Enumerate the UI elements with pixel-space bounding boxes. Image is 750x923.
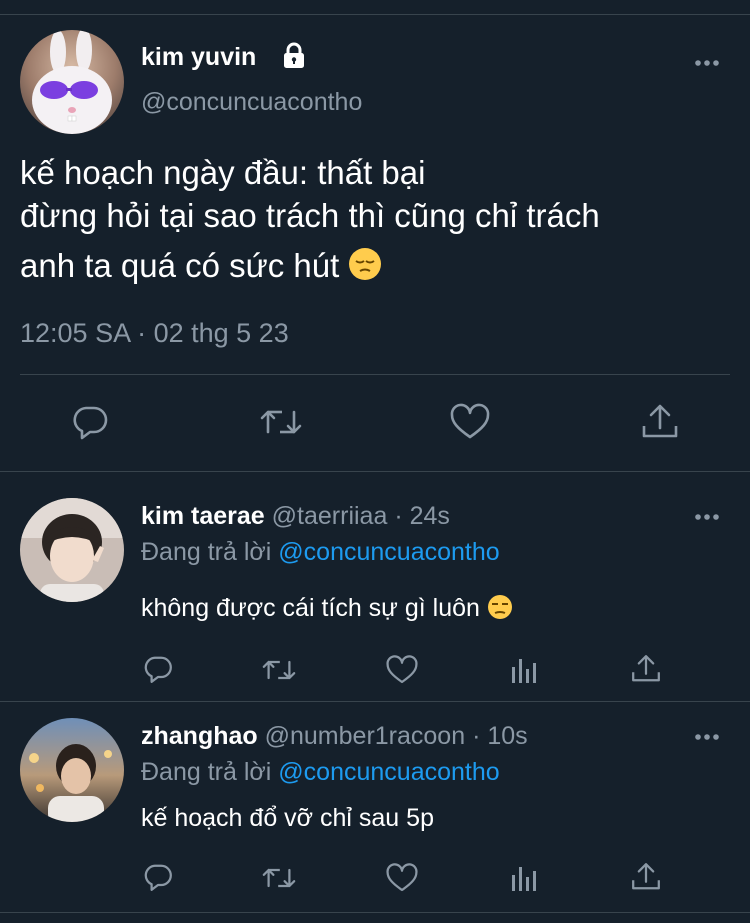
display-name[interactable]: kim yuvin (141, 40, 256, 74)
timestamp[interactable]: · 24s (394, 502, 450, 530)
tweet-text-line-3-text: anh ta quá có sức hút (20, 247, 340, 284)
like-icon[interactable] (449, 402, 491, 442)
analytics-icon[interactable] (510, 863, 538, 893)
like-icon[interactable] (385, 654, 419, 686)
timestamp[interactable]: 12:05 SA · 02 thg 5 23 (20, 316, 289, 350)
mention-link[interactable]: @concuncuacontho (278, 538, 499, 566)
retweet-icon[interactable] (261, 654, 297, 686)
divider (0, 912, 750, 913)
avatar[interactable] (20, 718, 124, 822)
replying-to: Đang trả lời @concuncuacontho (141, 756, 500, 788)
avatar[interactable] (20, 498, 124, 602)
reply-header: zhanghao @number1racoon · 10s (141, 720, 528, 752)
mention-link[interactable]: @concuncuacontho (278, 758, 499, 786)
divider (20, 374, 730, 375)
reply-icon[interactable] (142, 653, 174, 685)
retweet-icon[interactable] (259, 402, 303, 442)
share-icon[interactable] (630, 653, 662, 685)
like-icon[interactable] (385, 862, 419, 894)
unamused-face-emoji (487, 594, 513, 629)
more-icon[interactable] (694, 510, 722, 524)
more-icon[interactable] (694, 730, 722, 744)
display-name-text: kim yuvin (141, 43, 257, 71)
top-divider (0, 14, 750, 15)
replying-to: Đang trả lời @concuncuacontho (141, 536, 500, 568)
more-icon[interactable] (694, 56, 722, 70)
reply-text-content: không được cái tích sự gì luôn (141, 594, 480, 622)
analytics-icon[interactable] (510, 655, 538, 685)
retweet-icon[interactable] (261, 862, 297, 894)
reply-header: kim taerae @taerriiaa · 24s (141, 500, 450, 532)
tweet-text-line-1: kế hoạch ngày đầu: thất bại (20, 154, 426, 191)
replying-prefix: Đang trả lời (141, 538, 272, 566)
replying-prefix: Đang trả lời (141, 758, 272, 786)
share-icon[interactable] (640, 402, 680, 442)
divider (0, 701, 750, 702)
display-name[interactable]: kim taerae (141, 502, 265, 530)
timestamp[interactable]: · 10s (472, 722, 528, 750)
handle[interactable]: @number1racoon (265, 722, 466, 750)
reply-icon[interactable] (70, 402, 110, 442)
handle[interactable]: @taerriiaa (272, 502, 388, 530)
reply-text: không được cái tích sự gì luôn (141, 591, 513, 629)
avatar[interactable] (20, 30, 124, 134)
handle[interactable]: @concuncuacontho (141, 86, 362, 118)
reply-text: kế hoạch đổ vỡ chỉ sau 5p (141, 804, 434, 832)
share-icon[interactable] (630, 861, 662, 893)
divider (0, 471, 750, 472)
reply-icon[interactable] (142, 861, 174, 893)
pensive-face-emoji (348, 247, 382, 291)
tweet-text-line-2: đừng hỏi tại sao trách thì cũng chỉ trác… (20, 197, 600, 234)
lock-icon (280, 41, 308, 69)
display-name[interactable]: zhanghao (141, 722, 258, 750)
tweet-text-line-3: anh ta quá có sức hút (20, 245, 382, 291)
